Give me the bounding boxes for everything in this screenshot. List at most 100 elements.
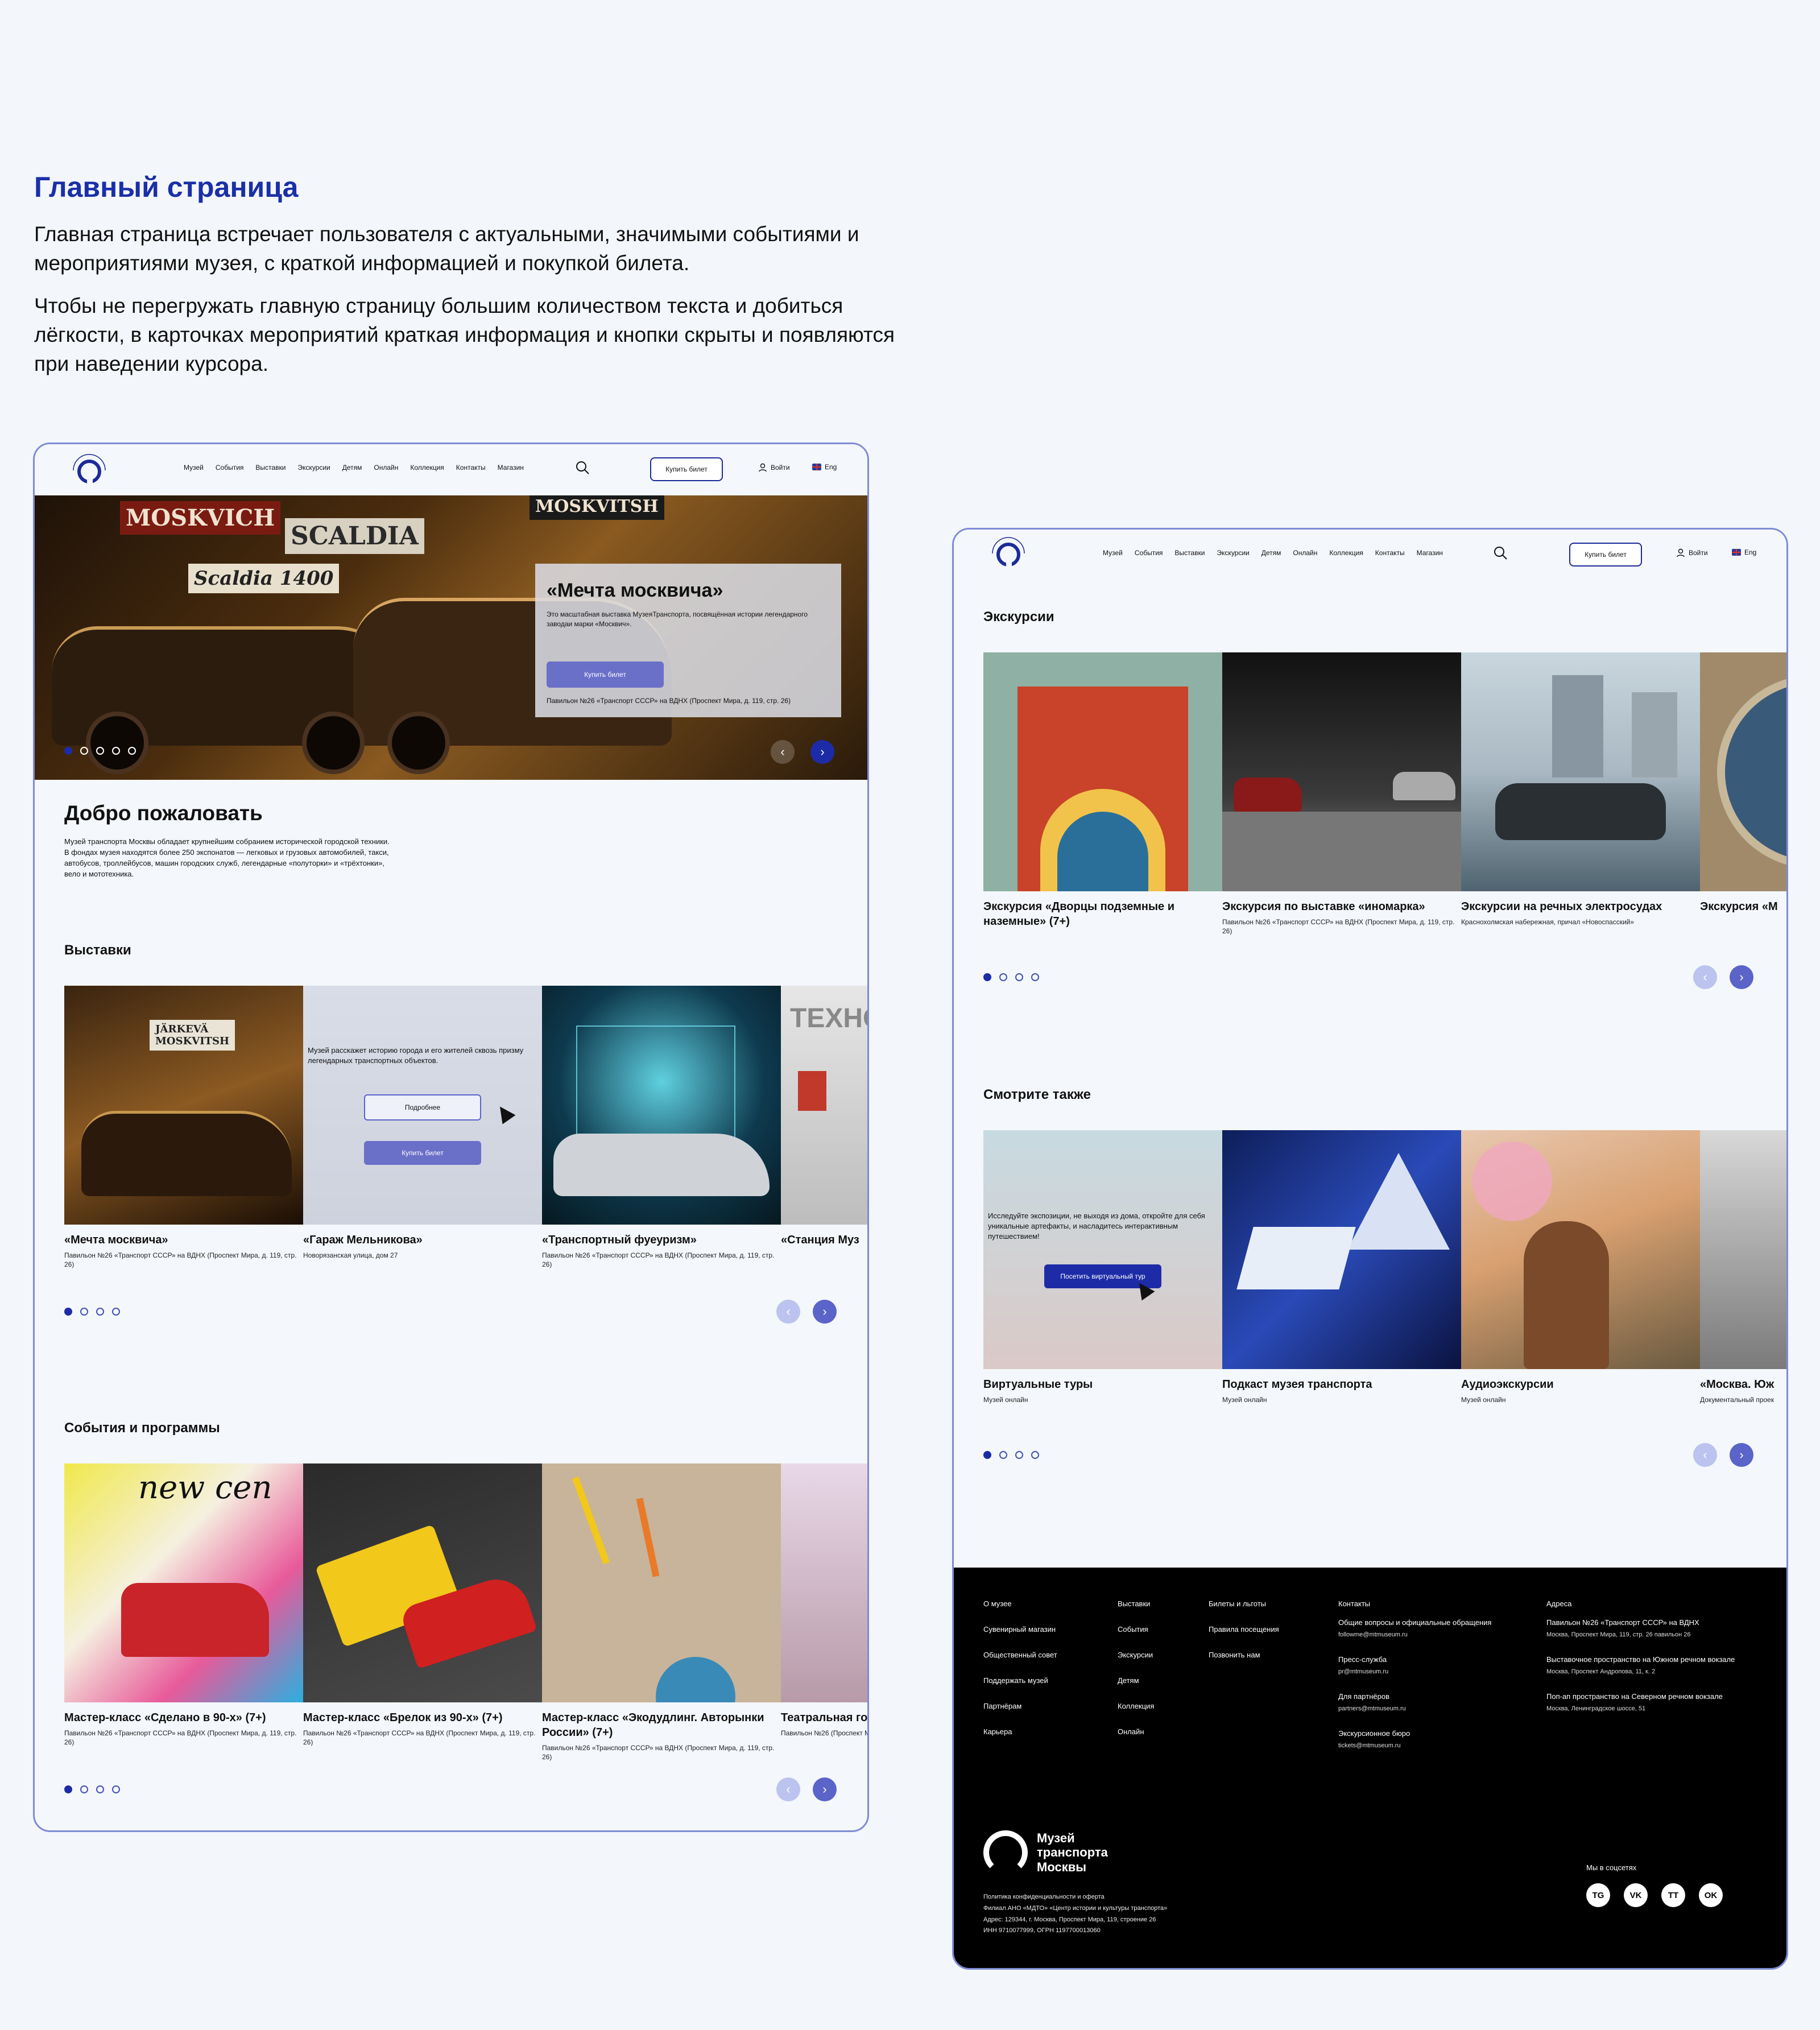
more-button[interactable]: Подробнее (364, 1094, 481, 1121)
footer-link[interactable]: Партнёрам (983, 1702, 1057, 1710)
museum-logo-icon[interactable] (70, 451, 109, 490)
nav-online[interactable]: Онлайн (374, 464, 398, 472)
footer-link[interactable]: Билеты и льготы (1209, 1599, 1279, 1608)
exhibition-card[interactable]: ТЕХНО «Станция Муз (781, 986, 867, 1269)
events-next-button[interactable]: › (813, 1777, 837, 1801)
footer-link[interactable]: Онлайн (1118, 1727, 1154, 1736)
nav-contacts[interactable]: Контакты (1375, 549, 1405, 557)
nav-exhibitions[interactable]: Выставки (1174, 549, 1205, 557)
excursion-card[interactable]: Экскурсия по выставке «иномарка» Павильо… (1222, 652, 1461, 936)
pagination-dot[interactable] (112, 1785, 120, 1793)
pagination-dot[interactable] (1015, 973, 1023, 981)
pagination-dot[interactable] (983, 1451, 991, 1459)
pagination-dot[interactable] (96, 1308, 104, 1316)
nav-excursions[interactable]: Экскурсии (297, 464, 330, 472)
contact-email[interactable]: partners@mtmuseum.ru (1338, 1705, 1491, 1712)
nav-collection[interactable]: Коллекция (410, 464, 444, 472)
contact-email[interactable]: pr@mtmuseum.ru (1338, 1668, 1491, 1675)
see-also-card[interactable]: «Москва. Юж Документальный проек (1700, 1130, 1786, 1404)
pagination-dot[interactable] (96, 747, 104, 755)
pagination-dot[interactable] (1031, 1451, 1039, 1459)
login-button[interactable]: Войти (1676, 548, 1708, 557)
events-prev-button[interactable]: ‹ (776, 1777, 800, 1801)
pagination-dot[interactable] (80, 1785, 88, 1793)
card-buy-button[interactable]: Купить билет (364, 1141, 481, 1165)
hero-buy-button[interactable]: Купить билет (547, 661, 664, 688)
nav-exhibitions[interactable]: Выставки (255, 464, 286, 472)
see-also-card[interactable]: Подкаст музея транспорта Музей онлайн (1222, 1130, 1461, 1404)
nav-collection[interactable]: Коллекция (1329, 549, 1363, 557)
footer-link[interactable]: Поддержать музей (983, 1676, 1057, 1685)
pagination-dot[interactable] (80, 1308, 88, 1316)
pagination-dot[interactable] (80, 747, 88, 755)
pagination-dot[interactable] (999, 973, 1007, 981)
nav-kids[interactable]: Детям (1261, 549, 1281, 557)
vk-icon[interactable]: VK (1624, 1883, 1648, 1907)
pagination-dot[interactable] (983, 973, 991, 981)
odnoklassniki-icon[interactable]: OK (1699, 1883, 1723, 1907)
nav-excursions[interactable]: Экскурсии (1217, 549, 1249, 557)
pagination-dot[interactable] (112, 747, 120, 755)
nav-museum[interactable]: Музей (1103, 549, 1123, 557)
exhibitions-prev-button[interactable]: ‹ (776, 1300, 800, 1324)
excursion-card[interactable]: Экскурсии на речных электросудах Краснох… (1461, 652, 1700, 936)
nav-kids[interactable]: Детям (342, 464, 362, 472)
event-card[interactable]: Мастер-класс «Экодудлинг. Авторынки Росс… (542, 1463, 781, 1762)
footer-logo[interactable]: Музей транспорта Москвы (983, 1830, 1108, 1875)
footer-link[interactable]: Детям (1118, 1676, 1154, 1685)
nav-museum[interactable]: Музей (184, 464, 204, 472)
event-card[interactable]: new cen Мастер-класс «Сделано в 90-х» (7… (64, 1463, 303, 1762)
excursion-card[interactable]: Экскурсия «М (1700, 652, 1786, 936)
footer-link[interactable]: Выставки (1118, 1599, 1154, 1608)
pagination-dot[interactable] (64, 747, 72, 755)
nav-contacts[interactable]: Контакты (456, 464, 486, 472)
contact-email[interactable]: tickets@mtmuseum.ru (1338, 1742, 1491, 1749)
pagination-dot[interactable] (64, 1785, 72, 1793)
pagination-dot[interactable] (96, 1785, 104, 1793)
login-button[interactable]: Войти (758, 463, 790, 472)
nav-shop[interactable]: Магазин (498, 464, 524, 472)
language-switch[interactable]: Eng (812, 463, 837, 471)
exhibitions-next-button[interactable]: › (813, 1300, 837, 1324)
search-icon[interactable] (575, 460, 590, 475)
exhibition-card[interactable]: «Транспортный фуеуризм» Павильон №26 «Тр… (542, 986, 781, 1269)
exhibition-card[interactable]: Музей расскажет историю города и его жит… (303, 986, 542, 1269)
contact-email[interactable]: followme@mtmuseum.ru (1338, 1631, 1491, 1638)
pagination-dot[interactable] (128, 747, 136, 755)
footer-link[interactable]: Карьера (983, 1727, 1057, 1736)
footer-link[interactable]: События (1118, 1625, 1154, 1634)
nav-events[interactable]: События (216, 464, 244, 472)
hero-prev-button[interactable]: ‹ (771, 740, 795, 764)
excursion-card[interactable]: Экскурсия «Дворцы подземные и наземные» … (983, 652, 1222, 936)
pagination-dot[interactable] (1031, 973, 1039, 981)
excursions-prev-button[interactable]: ‹ (1693, 965, 1717, 989)
footer-link[interactable]: Коллекция (1118, 1702, 1154, 1710)
pagination-dot[interactable] (1015, 1451, 1023, 1459)
footer-link[interactable]: Экскурсии (1118, 1651, 1154, 1659)
footer-link[interactable]: Позвонить нам (1209, 1651, 1279, 1659)
exhibition-card[interactable]: JÄRKEVÄ MOSKVITSH «Мечта москвича» Павиль… (64, 986, 303, 1269)
privacy-link[interactable]: Политика конфиденциальности и оферта (983, 1892, 1167, 1903)
buy-ticket-button[interactable]: Купить билет (1569, 543, 1642, 567)
footer-link[interactable]: Общественный совет (983, 1651, 1057, 1659)
nav-online[interactable]: Онлайн (1293, 549, 1317, 557)
event-card[interactable]: Театральная го жизни Дениск Павильон №26… (781, 1463, 867, 1762)
excursions-next-button[interactable]: › (1730, 965, 1753, 989)
event-card[interactable]: Мастер-класс «Брелок из 90-х» (7+) Павил… (303, 1463, 542, 1762)
see-also-card[interactable]: Аудиоэкскурсии Музей онлайн (1461, 1130, 1700, 1404)
tiktok-icon[interactable]: TT (1661, 1883, 1685, 1907)
telegram-icon[interactable]: TG (1586, 1883, 1610, 1907)
search-icon[interactable] (1493, 545, 1508, 560)
nav-events[interactable]: События (1135, 549, 1163, 557)
nav-shop[interactable]: Магазин (1417, 549, 1443, 557)
see-also-next-button[interactable]: › (1730, 1443, 1753, 1467)
museum-logo-icon[interactable] (989, 534, 1028, 573)
pagination-dot[interactable] (64, 1308, 72, 1316)
hero-next-button[interactable]: › (810, 740, 834, 764)
pagination-dot[interactable] (112, 1308, 120, 1316)
footer-link[interactable]: Правила посещения (1209, 1625, 1279, 1634)
buy-ticket-button[interactable]: Купить билет (650, 457, 723, 481)
language-switch[interactable]: Eng (1732, 548, 1756, 556)
pagination-dot[interactable] (999, 1451, 1007, 1459)
footer-link[interactable]: Сувенирный магазин (983, 1625, 1057, 1634)
